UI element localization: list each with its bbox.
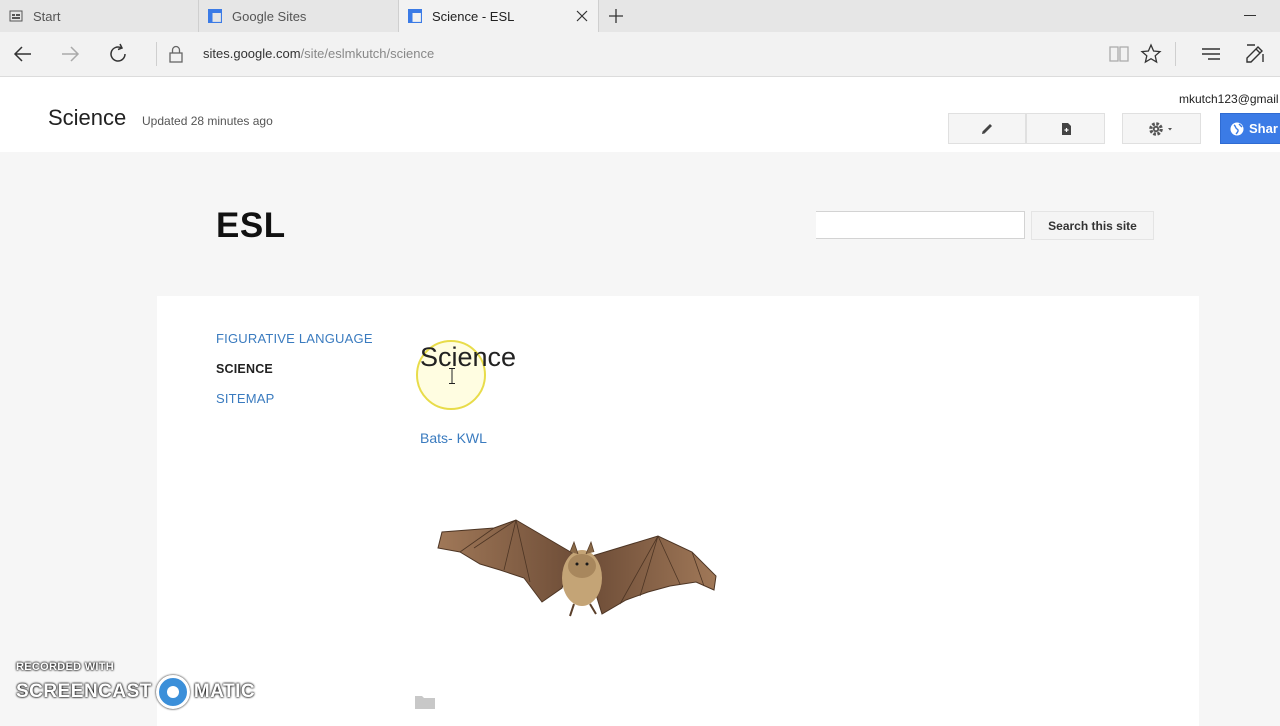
search-site-button[interactable]: Search this site (1031, 211, 1154, 240)
start-page-icon (9, 10, 23, 22)
tab-label: Science - ESL (432, 8, 515, 24)
more-actions-button[interactable] (1122, 113, 1201, 144)
address-bar[interactable]: sites.google.com/site/eslmkutch/science (203, 46, 434, 61)
new-page-icon (1061, 122, 1071, 135)
screencast-watermark: RECORDED WITH SCREENCAST MATIC (16, 661, 255, 709)
new-tab-icon[interactable] (606, 6, 626, 26)
tab-science-esl[interactable]: Science - ESL (399, 0, 599, 32)
close-tab-icon[interactable] (574, 8, 590, 24)
pencil-icon (982, 123, 992, 134)
account-email[interactable]: mkutch123@gmail (1179, 92, 1279, 106)
divider (1175, 42, 1176, 66)
bat-photo (437, 519, 717, 617)
lock-icon (169, 45, 183, 63)
page-title: Science (48, 105, 127, 130)
tab-start[interactable]: Start (0, 0, 199, 32)
sidebar-item-sitemap[interactable]: SITEMAP (216, 391, 274, 406)
tab-bar: Start Google Sites Science - ESL (0, 0, 1280, 32)
divider (156, 42, 157, 66)
site-name[interactable]: ESL (216, 206, 286, 246)
watermark-screencast: SCREENCAST (16, 681, 152, 702)
content-heading: Science (420, 342, 517, 372)
hub-icon[interactable] (1199, 42, 1223, 66)
sidebar-item-figurative-language[interactable]: FIGURATIVE LANGUAGE (216, 331, 373, 346)
search-input[interactable] (816, 211, 1025, 239)
tab-google-sites[interactable]: Google Sites (199, 0, 399, 32)
content-card (157, 296, 1199, 726)
folder-icon (415, 696, 435, 709)
google-sites-icon (208, 9, 222, 23)
bats-kwl-link[interactable]: Bats- KWL (420, 430, 487, 446)
url-path: /site/eslmkutch/science (300, 46, 435, 61)
tab-label: Google Sites (232, 8, 307, 24)
navigation-bar: sites.google.com/site/eslmkutch/science (0, 32, 1280, 77)
edit-page-button[interactable] (948, 113, 1026, 144)
gear-icon (1148, 121, 1172, 136)
refresh-icon[interactable] (106, 42, 130, 66)
watermark-recorded-with: RECORDED WITH (16, 661, 115, 673)
new-page-button[interactable] (1026, 113, 1105, 144)
text-cursor-icon (449, 368, 455, 384)
forward-arrow-icon[interactable] (58, 42, 82, 66)
record-icon (155, 675, 190, 709)
favorite-star-icon[interactable] (1139, 42, 1163, 66)
minimize-icon[interactable] (1244, 15, 1256, 16)
google-sites-icon (408, 9, 422, 23)
sidebar-item-science[interactable]: SCIENCE (216, 362, 273, 376)
site-header: Science Updated 28 minutes ago mkutch123… (0, 77, 1280, 152)
last-updated-text: Updated 28 minutes ago (142, 114, 273, 128)
tab-label: Start (33, 8, 61, 24)
reading-view-icon[interactable] (1107, 42, 1131, 66)
web-note-icon[interactable] (1243, 42, 1267, 66)
share-label: Shar (1249, 121, 1278, 136)
url-host: sites.google.com (203, 46, 301, 61)
share-button[interactable]: Shar (1220, 113, 1280, 144)
back-arrow-icon[interactable] (11, 42, 35, 66)
globe-icon (1230, 122, 1244, 135)
watermark-matic: MATIC (193, 681, 256, 702)
